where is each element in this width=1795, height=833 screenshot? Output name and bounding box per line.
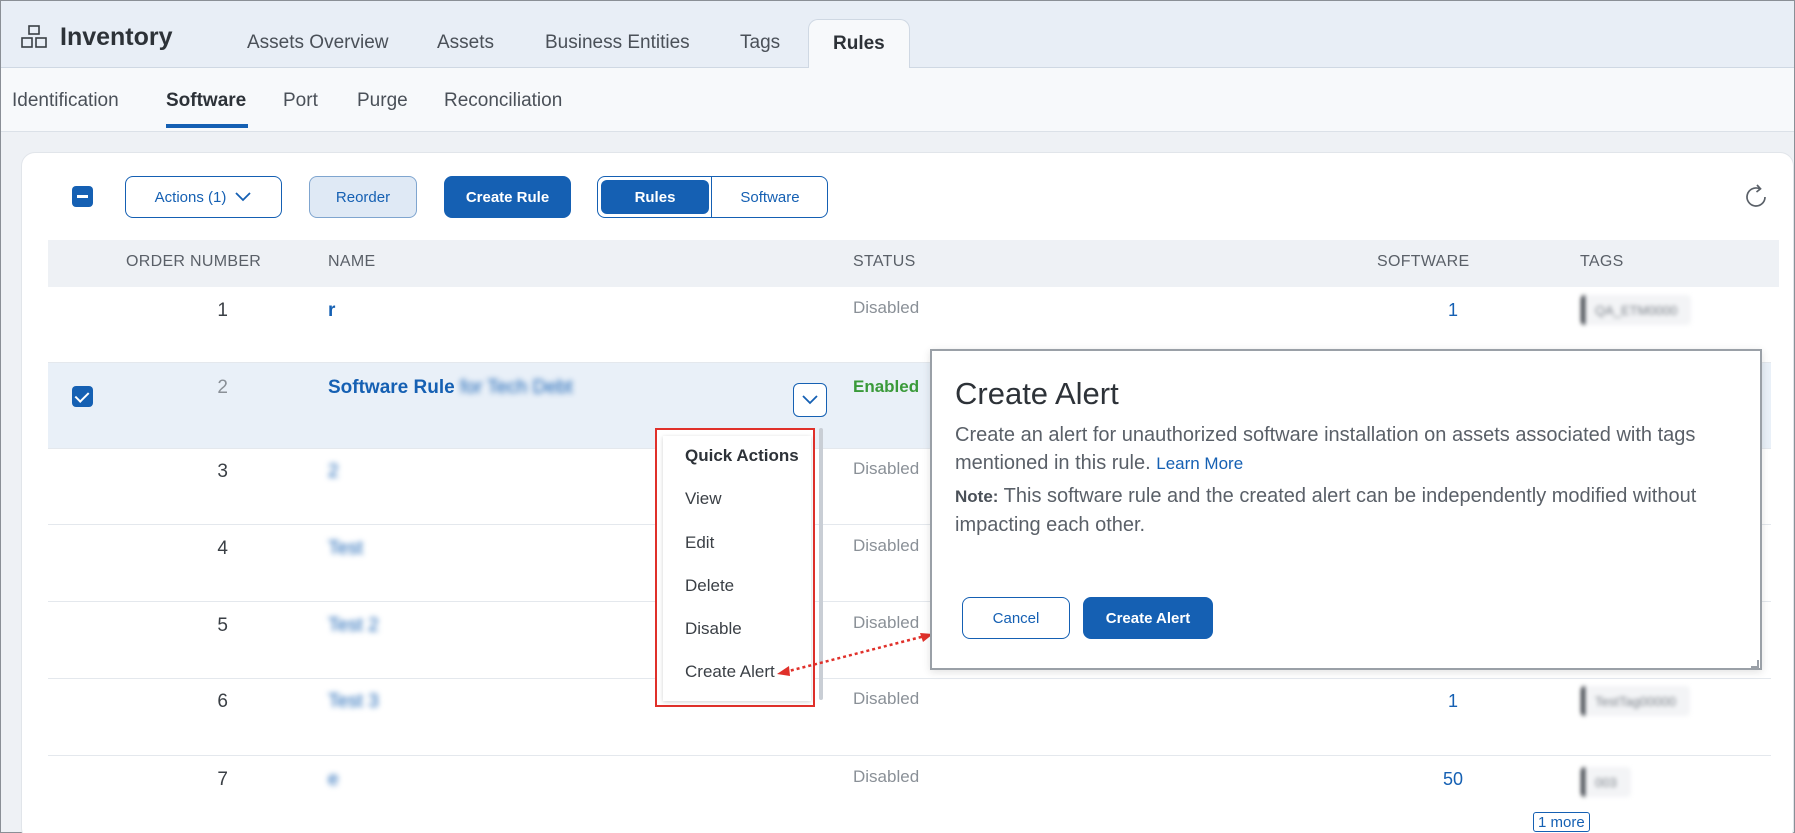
create-rule-button[interactable]: Create Rule — [444, 176, 571, 218]
rule-name-link[interactable]: Test 2 — [328, 615, 379, 637]
status-text: Disabled — [853, 767, 920, 786]
menu-item-disable[interactable]: Disable — [685, 619, 742, 639]
subtab-reconciliation[interactable]: Reconciliation — [444, 90, 562, 112]
rule-name-link[interactable]: Test 3 — [328, 691, 379, 713]
status-text: Disabled — [853, 536, 920, 555]
note-text: This software rule and the created alert… — [955, 485, 1697, 536]
tag-chip: QA_ETM0000 — [1581, 295, 1692, 325]
tab-assets[interactable]: Assets — [437, 32, 494, 54]
toggle-software[interactable]: Software — [711, 177, 827, 217]
status-text: Enabled — [853, 377, 920, 396]
subtab-software[interactable]: Software — [166, 90, 246, 112]
app-title: Inventory — [60, 23, 173, 51]
order-number: 5 — [217, 615, 228, 636]
rule-name-link[interactable]: r — [328, 300, 335, 322]
col-name[interactable]: NAME — [328, 253, 375, 271]
col-order-number[interactable]: ORDER NUMBER — [126, 253, 261, 271]
table-row[interactable]: 6 Test 3 Disabled 1 TestTag00000 — [48, 679, 1771, 756]
subtab-port[interactable]: Port — [283, 90, 318, 112]
create-alert-button[interactable]: Create Alert — [1083, 597, 1213, 639]
tab-rules[interactable]: Rules — [808, 19, 910, 68]
annotation-arrow — [777, 633, 933, 676]
toggle-rules[interactable]: Rules — [601, 180, 709, 214]
subtab-purge[interactable]: Purge — [357, 90, 408, 112]
table-row[interactable]: 7 e Disabled 50 003 — [48, 756, 1771, 833]
order-number: 3 — [217, 461, 228, 482]
active-subtab-indicator — [166, 124, 248, 128]
more-tags-link[interactable]: 1 more — [1533, 812, 1590, 832]
dialog-title: Create Alert — [955, 376, 1119, 411]
software-count-link[interactable]: 1 — [1418, 300, 1488, 321]
col-tags[interactable]: TAGS — [1580, 253, 1624, 271]
col-status[interactable]: STATUS — [853, 253, 916, 271]
refresh-icon[interactable] — [1741, 182, 1771, 212]
rule-name-link[interactable]: Software Rule for Tech Debt — [328, 377, 573, 399]
rule-name-link[interactable]: Test — [328, 538, 363, 560]
tag-chip: 003 — [1581, 767, 1631, 797]
software-count-link[interactable]: 50 — [1418, 769, 1488, 790]
order-number: 7 — [217, 769, 228, 790]
menu-item-delete[interactable]: Delete — [685, 576, 734, 596]
row-actions-button[interactable] — [793, 383, 827, 417]
tag-chip: TestTag00000 — [1581, 686, 1690, 716]
note-label: Note: — [955, 487, 999, 506]
cancel-button[interactable]: Cancel — [962, 597, 1070, 639]
order-number: 4 — [217, 538, 228, 559]
order-number: 1 — [217, 300, 228, 321]
row-checkbox[interactable] — [72, 386, 93, 407]
chevron-down-icon — [235, 192, 251, 202]
quick-actions-title: Quick Actions — [685, 446, 799, 465]
status-text: Disabled — [853, 459, 920, 478]
tab-assets-overview[interactable]: Assets Overview — [247, 32, 388, 54]
menu-item-edit[interactable]: Edit — [685, 533, 714, 553]
status-text: Disabled — [853, 689, 920, 708]
menu-item-create-alert[interactable]: Create Alert — [685, 662, 775, 682]
rule-name-text: Software Rule — [328, 377, 455, 398]
dialog-resize-handle[interactable] — [1751, 660, 1759, 668]
tab-tags[interactable]: Tags — [740, 32, 780, 54]
menu-item-view[interactable]: View — [685, 489, 722, 509]
reorder-button[interactable]: Reorder — [309, 176, 417, 218]
select-all-checkbox[interactable] — [72, 186, 93, 207]
actions-dropdown[interactable]: Actions (1) — [125, 176, 282, 218]
sub-tab-bar — [1, 68, 1794, 132]
dialog-note: Note: This software rule and the created… — [955, 482, 1745, 539]
chevron-down-icon — [802, 395, 818, 405]
dialog-description: Create an alert for unauthorized softwar… — [955, 421, 1745, 478]
rule-name-blurred: for Tech Debt — [459, 377, 573, 398]
inventory-icon — [21, 25, 47, 48]
order-number: 6 — [217, 691, 228, 712]
tab-business-entities[interactable]: Business Entities — [545, 32, 690, 54]
software-count-link[interactable]: 1 — [1418, 691, 1488, 712]
rule-name-link[interactable]: e — [328, 769, 339, 791]
view-toggle: Rules Software — [597, 176, 828, 218]
actions-label: Actions (1) — [154, 188, 227, 206]
dialog-body-text: Create an alert for unauthorized softwar… — [955, 424, 1696, 474]
rule-name-link[interactable]: 2 — [328, 461, 339, 483]
status-text: Disabled — [853, 298, 920, 317]
col-software[interactable]: SOFTWARE — [1377, 253, 1469, 271]
learn-more-link[interactable]: Learn More — [1156, 454, 1243, 473]
subtab-identification[interactable]: Identification — [12, 90, 119, 112]
